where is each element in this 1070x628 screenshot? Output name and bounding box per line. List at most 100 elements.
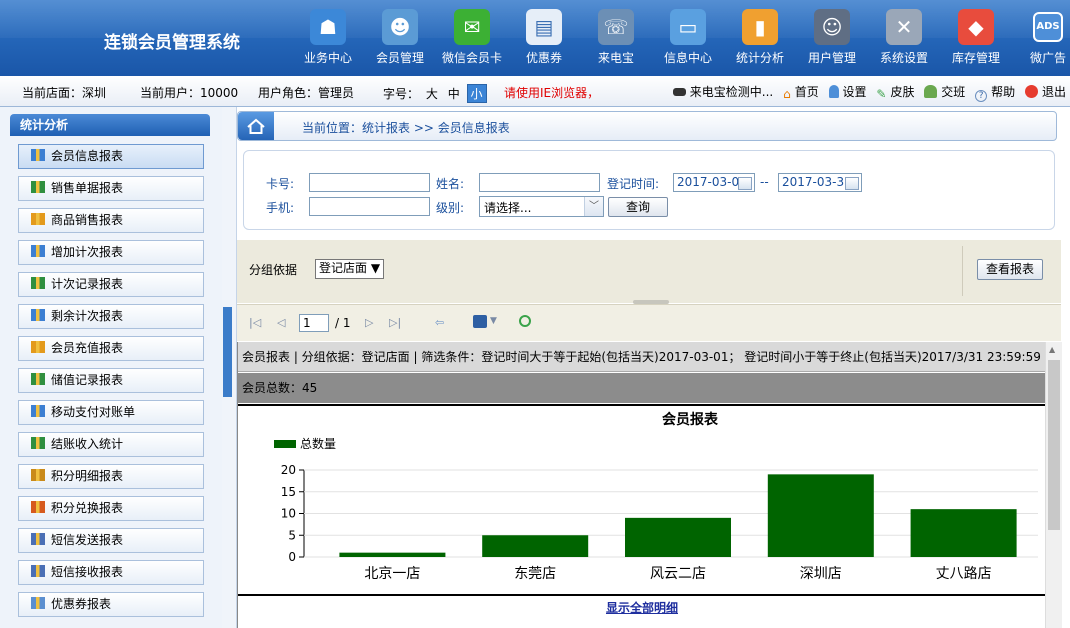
sidebar-item-label: 剩余计次报表 bbox=[51, 309, 124, 323]
skin-icon: ✎ bbox=[876, 87, 887, 101]
person-card-icon: ☗ bbox=[310, 9, 346, 45]
sidebar-item-label: 储值记录报表 bbox=[51, 373, 124, 387]
last-page-icon[interactable]: ▷| bbox=[389, 316, 401, 329]
calendar-icon[interactable] bbox=[738, 177, 752, 190]
user-role: 用户角色：管理员 bbox=[258, 86, 355, 100]
sidebar-item-label: 会员充值报表 bbox=[51, 341, 124, 355]
date-from-input[interactable]: 2017-03-01 bbox=[673, 173, 755, 192]
sidebar-item-label: 积分兑换报表 bbox=[51, 501, 124, 515]
logout-icon bbox=[1024, 85, 1038, 98]
nav-item-7[interactable]: ☺ 用户管理 bbox=[802, 6, 862, 72]
nav-item-4[interactable]: ☏ 来电宝 bbox=[586, 6, 646, 72]
nav-item-9[interactable]: ◆ 库存管理 bbox=[946, 6, 1006, 72]
nav-item-10[interactable]: ADS 微广告 bbox=[1018, 6, 1070, 72]
date-separator: -- bbox=[760, 175, 769, 189]
name-input[interactable] bbox=[479, 173, 600, 192]
chevron-down-icon: ﹀ bbox=[584, 197, 603, 216]
user-settings-icon bbox=[828, 85, 839, 98]
device-icon: ▭ bbox=[670, 9, 706, 45]
sidebar-item-12[interactable]: 短信发送报表 bbox=[18, 528, 204, 553]
nav-label: 系统设置 bbox=[879, 51, 928, 65]
page-number-input[interactable]: 1 bbox=[299, 314, 329, 332]
sidebar-item-4[interactable]: 计次记录报表 bbox=[18, 272, 204, 297]
sidebar-splitter[interactable] bbox=[222, 107, 237, 628]
sidebar-item-7[interactable]: 储值记录报表 bbox=[18, 368, 204, 393]
skin-link[interactable]: ✎ 皮肤 bbox=[873, 85, 914, 101]
sidebar-item-label: 短信发送报表 bbox=[51, 533, 124, 547]
sidebar-item-label: 商品销售报表 bbox=[51, 213, 124, 227]
prev-page-icon[interactable]: ◁ bbox=[277, 316, 285, 329]
report-icon bbox=[31, 501, 45, 513]
export-save-icon[interactable] bbox=[473, 315, 487, 328]
sidebar-item-1[interactable]: 销售单据报表 bbox=[18, 176, 204, 201]
nav-label: 业务中心 bbox=[303, 51, 352, 65]
sidebar-item-0[interactable]: 会员信息报表 bbox=[18, 144, 204, 169]
calendar-icon[interactable] bbox=[845, 177, 859, 190]
top-links: 来电宝检测中... ⌂ 首页 设置 ✎ 皮肤 交班 ? 帮助 退出 bbox=[667, 83, 1066, 102]
search-panel: 卡号: 姓名: 登记时间: 2017-03-01 -- 2017-03-31 手… bbox=[243, 150, 1055, 230]
help-link[interactable]: ? 帮助 bbox=[972, 85, 1015, 102]
scroll-up-icon[interactable]: ▲ bbox=[1049, 345, 1055, 354]
bar bbox=[910, 509, 1017, 557]
legend-label: 总数量 bbox=[300, 436, 336, 451]
legend-swatch bbox=[274, 440, 296, 448]
sidebar-item-label: 增加计次报表 bbox=[51, 245, 124, 259]
sidebar-item-10[interactable]: 积分明细报表 bbox=[18, 464, 204, 489]
logout-link[interactable]: 退出 bbox=[1022, 85, 1066, 99]
nav-label: 微广告 bbox=[1029, 51, 1066, 65]
report-icon bbox=[31, 373, 45, 385]
sidebar-item-2[interactable]: 商品销售报表 bbox=[18, 208, 204, 233]
home-icon: ⌂ bbox=[783, 87, 791, 101]
report-scrollbar[interactable]: ▲ bbox=[1045, 342, 1062, 628]
sidebar-item-label: 结账收入统计 bbox=[51, 437, 124, 451]
sidebar-item-3[interactable]: 增加计次报表 bbox=[18, 240, 204, 265]
phone-input[interactable] bbox=[309, 197, 430, 216]
scrollbar-thumb[interactable] bbox=[1048, 360, 1060, 530]
home-icon[interactable] bbox=[238, 112, 274, 140]
sidebar-item-9[interactable]: 结账收入统计 bbox=[18, 432, 204, 457]
font-size-big[interactable]: 大 bbox=[423, 85, 441, 102]
call-detect-link[interactable]: 来电宝检测中... bbox=[670, 85, 773, 99]
group-by-label: 分组依据 bbox=[249, 263, 298, 277]
first-page-icon[interactable]: |◁ bbox=[249, 316, 261, 329]
sidebar-item-13[interactable]: 短信接收报表 bbox=[18, 560, 204, 585]
x-tick-label: 深圳店 bbox=[800, 566, 842, 582]
refresh-icon[interactable] bbox=[519, 315, 531, 327]
show-all-details-link[interactable]: 显示全部明细 bbox=[606, 601, 678, 615]
level-select[interactable]: 请选择... ﹀ bbox=[479, 196, 604, 217]
font-size-medium[interactable]: 中 bbox=[445, 85, 463, 102]
back-icon[interactable]: ⇦ bbox=[435, 316, 444, 329]
sidebar-item-5[interactable]: 剩余计次报表 bbox=[18, 304, 204, 329]
report-toolbar: |◁ ◁ 1 / 1 ▷ ▷| ⇦ ▼ bbox=[237, 304, 1061, 341]
home-link[interactable]: ⌂ 首页 bbox=[780, 85, 819, 101]
sidebar-item-14[interactable]: 优惠券报表 bbox=[18, 592, 204, 617]
shift-link[interactable]: 交班 bbox=[921, 85, 965, 99]
y-tick-label: 15 bbox=[281, 485, 296, 499]
collapse-sidebar-handle[interactable] bbox=[223, 307, 232, 397]
view-report-button[interactable]: 查看报表 bbox=[977, 259, 1043, 280]
group-by-select[interactable]: 登记店面 ▼ bbox=[315, 259, 385, 279]
help-icon: ? bbox=[975, 90, 988, 102]
date-from-value: 2017-03-01 bbox=[677, 175, 747, 189]
date-to-input[interactable]: 2017-03-31 bbox=[778, 173, 862, 192]
bar-chart: 会员报表总数量 0 5 10 15 20 北京一店 东莞店 风云二店 深圳店 丈八路店 bbox=[274, 411, 1038, 582]
card-input[interactable] bbox=[309, 173, 430, 192]
export-dropdown-icon[interactable]: ▼ bbox=[490, 316, 497, 326]
y-tick-label: 0 bbox=[288, 550, 296, 564]
nav-item-5[interactable]: ▭ 信息中心 bbox=[658, 6, 718, 72]
sidebar-item-8[interactable]: 移动支付对账单 bbox=[18, 400, 204, 425]
sidebar-item-6[interactable]: 会员充值报表 bbox=[18, 336, 204, 361]
settings-link[interactable]: 设置 bbox=[826, 85, 867, 99]
report-icon bbox=[31, 245, 45, 257]
font-size-small[interactable]: 小 bbox=[466, 84, 487, 103]
sidebar-item-11[interactable]: 积分兑换报表 bbox=[18, 496, 204, 521]
nav-item-1[interactable]: ☻ 会员管理 bbox=[370, 6, 430, 72]
nav-item-6[interactable]: ▮ 统计分析 bbox=[730, 6, 790, 72]
nav-item-0[interactable]: ☗ 业务中心 bbox=[298, 6, 358, 72]
nav-item-3[interactable]: ▤ 优惠券 bbox=[514, 6, 574, 72]
nav-item-8[interactable]: ✕ 系统设置 bbox=[874, 6, 934, 72]
report-icon bbox=[31, 277, 45, 289]
query-button[interactable]: 查询 bbox=[608, 197, 668, 217]
next-page-icon[interactable]: ▷ bbox=[365, 316, 373, 329]
nav-item-2[interactable]: ✉ 微信会员卡 bbox=[442, 6, 502, 72]
